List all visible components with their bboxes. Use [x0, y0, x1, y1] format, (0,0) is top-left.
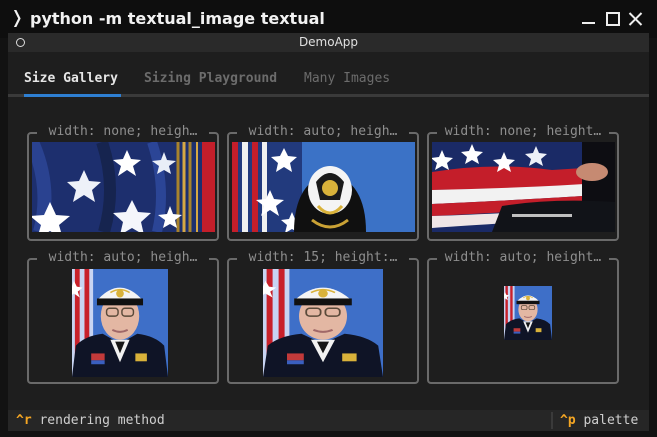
rendering-method-key: ^r [16, 413, 32, 428]
close-icon[interactable] [627, 10, 645, 28]
portrait-image-small [504, 286, 552, 340]
active-tab-indicator [24, 94, 121, 97]
palette-binding[interactable]: ^p palette [560, 413, 638, 428]
tab-many-images[interactable]: Many Images [304, 71, 390, 86]
portrait-image [263, 269, 383, 377]
image-card: width: none; heigh… [27, 125, 219, 241]
terminal-window: ❭ python -m textual_image textual DemoAp… [0, 0, 657, 437]
tab-sizing-playground[interactable]: Sizing Playground [144, 71, 277, 86]
app-body: Size Gallery Sizing Playground Many Imag… [8, 52, 649, 410]
portrait-image [72, 269, 168, 377]
image-card: width: auto; heigh… [27, 251, 219, 384]
palette-label: palette [583, 413, 639, 428]
footer-separator [551, 412, 553, 429]
card-label: width: auto; heigh… [37, 251, 209, 265]
terminal-prompt-icon: ❭ [10, 8, 25, 28]
tab-bar: Size Gallery Sizing Playground Many Imag… [8, 52, 649, 98]
rendering-method-binding[interactable]: ^r rendering method [16, 413, 165, 428]
minimize-icon[interactable] [580, 10, 598, 28]
card-label: width: 15; height:… [237, 251, 409, 265]
flag-insignia-image [232, 142, 415, 232]
image-card: width: auto; heigh… [227, 125, 419, 241]
window-title: python -m textual_image textual [30, 9, 325, 28]
image-card: width: none; height… [427, 125, 619, 241]
flag-stripes-image [432, 142, 615, 232]
app-footer: ^r rendering method ^p palette [8, 410, 649, 431]
app-title: DemoApp [298, 35, 359, 49]
maximize-icon[interactable] [604, 10, 622, 28]
app-header: DemoApp [8, 33, 649, 52]
card-label: width: auto; heigh… [237, 125, 409, 139]
card-label: width: none; height… [437, 125, 609, 139]
card-label: width: none; heigh… [37, 125, 209, 139]
tab-size-gallery[interactable]: Size Gallery [24, 71, 118, 86]
palette-key: ^p [560, 413, 576, 428]
card-label: width: auto; height… [437, 251, 609, 265]
rendering-method-label: rendering method [39, 413, 165, 428]
flag-stars-image [32, 142, 215, 232]
image-card: width: 15; height:… [227, 251, 419, 384]
image-card: width: auto; height… [427, 251, 619, 384]
